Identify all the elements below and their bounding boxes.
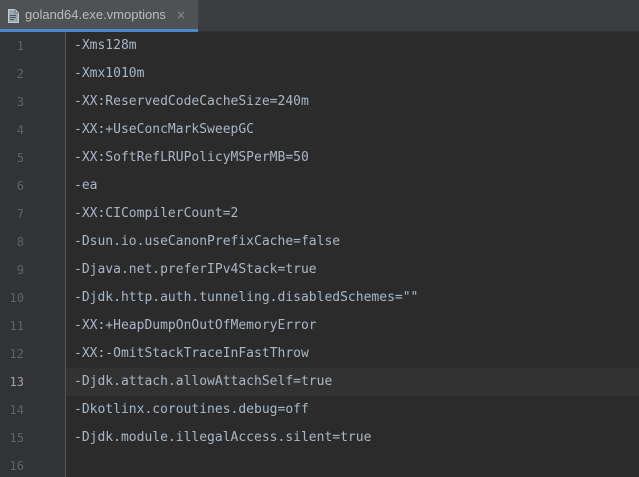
line-number: 4 — [16, 123, 24, 137]
line-number: 12 — [9, 347, 24, 361]
code-line[interactable]: -Djdk.module.illegalAccess.silent=true — [74, 424, 634, 452]
code-line[interactable]: -Xms128m — [74, 32, 634, 60]
editor-window: goland64.exe.vmoptions × 1 2 3 4 5 6 7 8 9 10 11 12… — [0, 0, 639, 477]
code-line[interactable]: -XX:+HeapDumpOnOutOfMemoryError — [74, 312, 634, 340]
line-number: 5 — [16, 151, 24, 165]
line-numbers: 1 2 3 4 5 6 7 8 9 10 11 12 13 14 15 16 — [0, 32, 24, 477]
code-line[interactable]: -XX:SoftRefLRUPolicyMSPerMB=50 — [74, 144, 634, 172]
line-number: 15 — [9, 431, 24, 445]
line-number: 6 — [16, 179, 24, 193]
code-line[interactable]: -Dkotlinx.coroutines.debug=off — [74, 396, 634, 424]
tab-goland-vmoptions[interactable]: goland64.exe.vmoptions × — [0, 0, 198, 32]
code-line[interactable]: -Xmx1010m — [74, 60, 634, 88]
line-number: 13 — [9, 375, 24, 389]
file-icon — [8, 8, 19, 23]
code-line[interactable]: -XX:CICompilerCount=2 — [74, 200, 634, 228]
tab-label: goland64.exe.vmoptions — [25, 7, 166, 22]
line-number: 11 — [9, 319, 24, 333]
line-number: 7 — [16, 207, 24, 221]
line-number: 9 — [16, 263, 24, 277]
line-number: 16 — [9, 459, 24, 473]
code-line[interactable]: -Djdk.attach.allowAttachSelf=true — [74, 368, 634, 396]
code-line[interactable]: -XX:-OmitStackTraceInFastThrow — [74, 340, 634, 368]
code-line[interactable]: -Djdk.http.auth.tunneling.disabledScheme… — [74, 284, 634, 312]
line-number: 8 — [16, 235, 24, 249]
line-number: 3 — [16, 95, 24, 109]
line-number: 1 — [16, 39, 24, 53]
code-line[interactable]: -ea — [74, 172, 634, 200]
code-line[interactable] — [74, 452, 634, 477]
line-number: 10 — [9, 291, 24, 305]
close-icon[interactable]: × — [176, 8, 186, 22]
code-editor[interactable]: 1 2 3 4 5 6 7 8 9 10 11 12 13 14 15 16 -Xms128m -Xmx1010… — [0, 32, 639, 477]
line-number: 2 — [16, 67, 24, 81]
code-line[interactable]: -Djava.net.preferIPv4Stack=true — [74, 256, 634, 284]
code-line[interactable]: -XX:ReservedCodeCacheSize=240m — [74, 88, 634, 116]
code-line[interactable]: -XX:+UseConcMarkSweepGC — [74, 116, 634, 144]
line-number: 14 — [9, 403, 24, 417]
code-lines[interactable]: -Xms128m -Xmx1010m -XX:ReservedCodeCacheSi… — [74, 32, 634, 477]
tab-bar: goland64.exe.vmoptions × — [0, 0, 639, 32]
code-line[interactable]: -Dsun.io.useCanonPrefixCache=false — [74, 228, 634, 256]
